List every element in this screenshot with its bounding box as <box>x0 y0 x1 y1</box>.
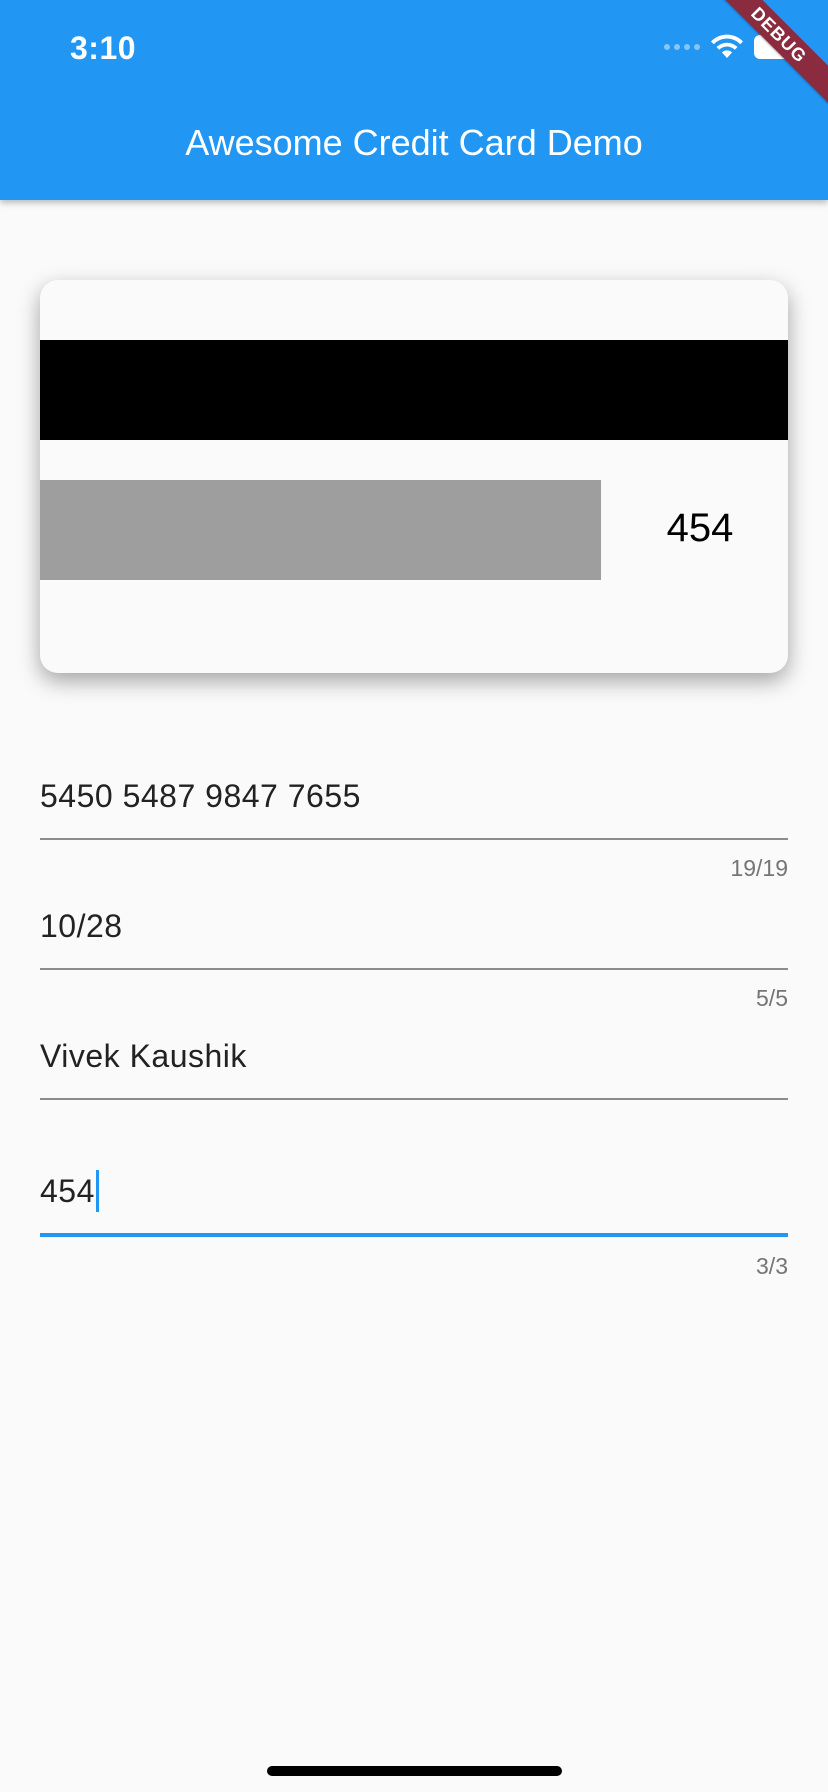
card-number-underline <box>40 838 788 840</box>
magnetic-stripe <box>40 340 788 440</box>
cvv-underline <box>40 1233 788 1237</box>
card-number-field[interactable]: 5450 5487 9847 7655 19/19 <box>40 770 788 890</box>
page-title: Awesome Credit Card Demo <box>185 122 643 163</box>
expiry-date-underline <box>40 968 788 970</box>
expiry-date-counter: 5/5 <box>756 985 788 1011</box>
card-number-input[interactable]: 5450 5487 9847 7655 <box>40 778 361 815</box>
cvv-input-text: 454 <box>40 1173 95 1209</box>
cvv-field[interactable]: 454 3/3 <box>40 1165 788 1285</box>
cvv-input[interactable]: 454 <box>40 1169 99 1212</box>
credit-card-preview[interactable]: 454 <box>40 280 788 673</box>
expiry-date-field[interactable]: 10/28 5/5 <box>40 900 788 1020</box>
card-number-counter: 19/19 <box>730 855 788 881</box>
wifi-icon <box>711 34 743 58</box>
text-cursor <box>95 1169 99 1212</box>
expiry-date-input[interactable]: 10/28 <box>40 908 123 945</box>
card-cvv-value: 454 <box>666 506 734 550</box>
cellular-signal-icon <box>664 44 700 50</box>
status-time: 3:10 <box>70 30 137 66</box>
card-holder-field[interactable]: Vivek Kaushik <box>40 1030 788 1130</box>
card-holder-underline <box>40 1098 788 1100</box>
app-bar: 3:10 Awesome Credit Card Demo DEBUG <box>0 0 828 200</box>
card-holder-input[interactable]: Vivek Kaushik <box>40 1038 247 1075</box>
cvv-counter: 3/3 <box>756 1253 788 1279</box>
home-indicator[interactable] <box>267 1766 562 1776</box>
signature-strip <box>40 480 601 580</box>
